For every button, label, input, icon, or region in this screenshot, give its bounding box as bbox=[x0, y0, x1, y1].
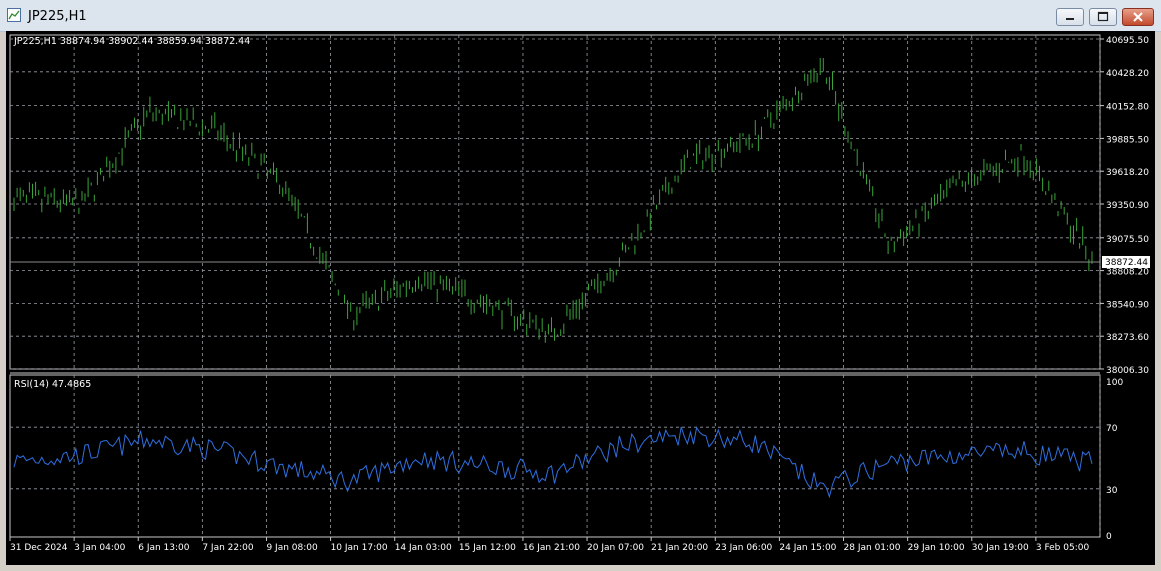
price-tick-label: 39618.20 bbox=[1106, 168, 1149, 178]
time-tick-label: 15 Jan 12:00 bbox=[459, 543, 516, 553]
minimize-icon bbox=[1066, 18, 1074, 20]
price-tick-label: 40152.80 bbox=[1106, 103, 1149, 113]
price-tick-label: 38808.20 bbox=[1106, 268, 1149, 278]
window-title: JP225,H1 bbox=[28, 9, 87, 24]
price-tick-label: 40428.20 bbox=[1106, 69, 1149, 79]
price-tick-label: 38273.60 bbox=[1106, 333, 1149, 343]
time-tick-label: 31 Dec 2024 bbox=[10, 543, 68, 553]
chart-area[interactable]: 40695.50 40428.20 40152.80 39885.50 39618.20… bbox=[6, 31, 1155, 565]
time-tick-label: 3 Jan 04:00 bbox=[74, 543, 126, 553]
window-title-bar[interactable]: JP225,H1 bbox=[0, 0, 1161, 32]
maximize-icon bbox=[1097, 11, 1109, 22]
price-tick-label: 38540.90 bbox=[1106, 300, 1149, 310]
rsi-tick-label: 30 bbox=[1106, 486, 1118, 496]
time-tick-label: 6 Jan 13:00 bbox=[138, 543, 190, 553]
time-tick-label: 24 Jan 15:00 bbox=[779, 543, 836, 553]
price-bars bbox=[13, 58, 1093, 343]
rsi-tick-label: 70 bbox=[1106, 424, 1118, 434]
time-tick-label: 10 Jan 17:00 bbox=[331, 543, 388, 553]
time-tick-label: 16 Jan 21:00 bbox=[523, 543, 580, 553]
time-tick-label: 21 Jan 20:00 bbox=[651, 543, 708, 553]
grid bbox=[9, 34, 1101, 538]
price-tick-label: 39075.50 bbox=[1106, 235, 1149, 245]
rsi-header: RSI(14) 47.4865 bbox=[14, 379, 91, 390]
rsi-tick-label: 100 bbox=[1106, 378, 1123, 388]
current-price-label: 38872.44 bbox=[1105, 258, 1148, 268]
time-tick-label: 9 Jan 08:00 bbox=[266, 543, 318, 553]
maximize-button[interactable] bbox=[1089, 8, 1117, 26]
time-tick-label: 23 Jan 06:00 bbox=[715, 543, 772, 553]
chart-window-icon bbox=[7, 8, 21, 22]
price-tick-label: 38006.30 bbox=[1106, 366, 1149, 376]
price-tick-label: 40695.50 bbox=[1106, 36, 1149, 46]
time-tick-label: 20 Jan 07:00 bbox=[587, 543, 644, 553]
time-tick-label: 29 Jan 10:00 bbox=[908, 543, 965, 553]
close-icon bbox=[1133, 12, 1143, 22]
price-tick-label: 39885.50 bbox=[1106, 135, 1149, 145]
rsi-tick-label: 0 bbox=[1106, 532, 1112, 542]
price-chart[interactable]: 40695.50 40428.20 40152.80 39885.50 39618.20… bbox=[6, 31, 1155, 565]
time-tick-label: 3 Feb 05:00 bbox=[1036, 543, 1090, 553]
time-tick-label: 28 Jan 01:00 bbox=[844, 543, 901, 553]
time-tick-label: 14 Jan 03:00 bbox=[395, 543, 452, 553]
price-header: JP225,H1 38874.94 38902.44 38859.94 3887… bbox=[13, 36, 250, 47]
time-tick-label: 7 Jan 22:00 bbox=[202, 543, 254, 553]
close-button[interactable] bbox=[1122, 8, 1154, 26]
price-tick-label: 39350.90 bbox=[1106, 201, 1149, 211]
time-tick-label: 30 Jan 19:00 bbox=[972, 543, 1029, 553]
minimize-button[interactable] bbox=[1056, 8, 1084, 26]
rsi-series-line bbox=[13, 426, 1093, 499]
rsi-line bbox=[13, 426, 1093, 499]
